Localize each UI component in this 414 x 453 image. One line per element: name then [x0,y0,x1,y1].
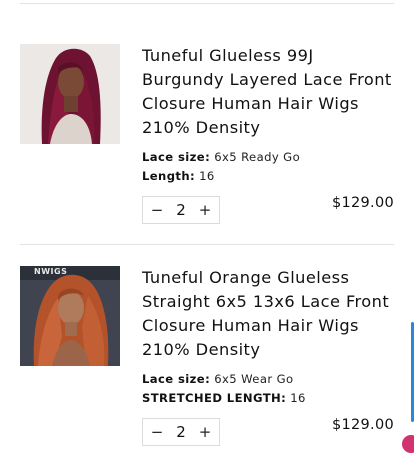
attribute-value: 16 [199,169,215,183]
stretched-length-attribute: STRETCHED LENGTH: 16 [142,389,394,408]
attribute-value: 16 [290,391,306,405]
product-title[interactable]: Tuneful Glueless 99J Burgundy Layered La… [142,44,394,140]
floating-chat-button[interactable] [402,435,414,453]
cart-item: NWIGS Tuneful Orange Glueless Straight 6… [20,266,394,447]
attribute-label: Lace size: [142,372,211,386]
image-watermark: NWIGS [34,267,68,276]
product-image[interactable]: NWIGS [20,266,120,366]
lace-size-attribute: Lace size: 6x5 Wear Go [142,370,394,389]
decrease-quantity-button[interactable]: − [149,423,165,441]
item-price: $129.00 [331,417,394,433]
divider [20,244,394,245]
lace-size-attribute: Lace size: 6x5 Ready Go [142,148,394,167]
attribute-value: 6x5 Ready Go [214,150,301,164]
divider-top [20,3,394,4]
attribute-label: Lace size: [142,150,211,164]
quantity-value[interactable]: 2 [176,201,186,219]
length-attribute: Length: 16 [142,167,394,186]
quantity-value[interactable]: 2 [176,423,186,441]
quantity-stepper: − 2 + [142,418,220,446]
product-image[interactable] [20,44,120,144]
item-price: $129.00 [331,195,394,211]
cart-item: Tuneful Glueless 99J Burgundy Layered La… [20,44,394,229]
attribute-label: STRETCHED LENGTH: [142,391,287,405]
increase-quantity-button[interactable]: + [197,423,213,441]
quantity-stepper: − 2 + [142,196,220,224]
attribute-label: Length: [142,169,196,183]
attribute-value: 6x5 Wear Go [214,372,294,386]
increase-quantity-button[interactable]: + [197,201,213,219]
decrease-quantity-button[interactable]: − [149,201,165,219]
product-title[interactable]: Tuneful Orange Glueless Straight 6x5 13x… [142,266,394,362]
